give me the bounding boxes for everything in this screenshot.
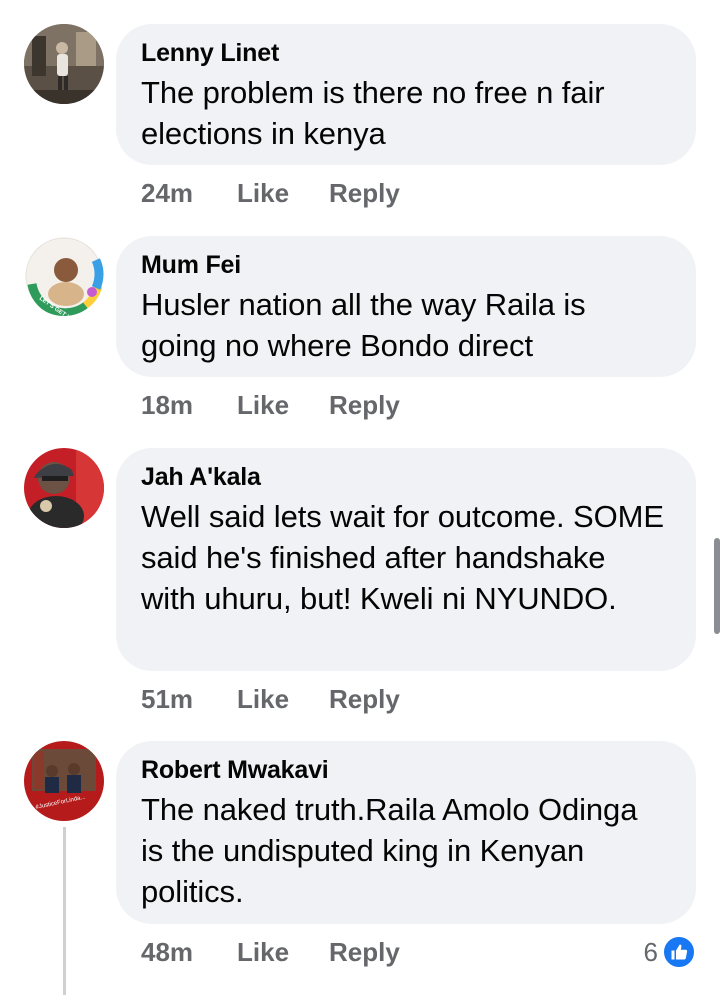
comment-author[interactable]: Mum Fei <box>141 250 672 280</box>
person-cap-avatar-icon <box>24 448 104 528</box>
comment-text: The problem is there no free n fair elec… <box>141 75 605 151</box>
comment-timestamp[interactable]: 24m <box>141 176 193 210</box>
comment-author[interactable]: Lenny Linet <box>141 38 672 68</box>
like-button[interactable]: Like <box>237 935 289 969</box>
comment-timestamp[interactable]: 51m <box>141 682 193 716</box>
comment-author[interactable]: Jah A'kala <box>141 462 672 492</box>
like-button[interactable]: Like <box>237 176 289 210</box>
comment-timestamp[interactable]: 18m <box>141 388 193 422</box>
user-avatar[interactable] <box>24 24 104 104</box>
justice-frame-avatar-icon: #JusticeForLinda... <box>24 741 104 821</box>
user-avatar[interactable] <box>24 448 104 528</box>
like-button[interactable]: Like <box>237 682 289 716</box>
comment-timestamp[interactable]: 48m <box>141 935 193 969</box>
reaction-count: 6 <box>643 936 658 967</box>
comment-bubble: Robert Mwakavi The naked truth.Raila Amo… <box>116 741 696 924</box>
user-avatar[interactable]: #JusticeForLinda... <box>24 741 104 821</box>
reply-button[interactable]: Reply <box>329 935 400 969</box>
comment-bubble: Mum Fei Husler nation all the way Raila … <box>116 236 696 377</box>
reply-thread-line <box>63 827 66 995</box>
thumbs-up-icon <box>662 935 696 969</box>
comment-text: Husler nation all the way Raila is going… <box>141 287 586 363</box>
comment-bubble: Lenny Linet The problem is there no free… <box>116 24 696 165</box>
reaction-summary[interactable]: 6 <box>644 934 696 970</box>
reply-button[interactable]: Reply <box>329 682 400 716</box>
reply-button[interactable]: Reply <box>329 176 400 210</box>
person-photo-avatar-icon <box>24 24 104 104</box>
user-avatar[interactable]: LET'S GET VACCINATED <box>24 236 104 316</box>
comment-text: The naked truth.Raila Amolo Odinga is th… <box>141 792 638 909</box>
reply-button[interactable]: Reply <box>329 388 400 422</box>
comment-author[interactable]: Robert Mwakavi <box>141 755 672 785</box>
vaccinated-frame-avatar-icon: LET'S GET VACCINATED <box>24 236 104 316</box>
comment-text: Well said lets wait for outcome. SOME sa… <box>141 499 664 616</box>
comment-bubble: Jah A'kala Well said lets wait for outco… <box>116 448 696 671</box>
scrollbar[interactable] <box>714 538 720 634</box>
like-button[interactable]: Like <box>237 388 289 422</box>
